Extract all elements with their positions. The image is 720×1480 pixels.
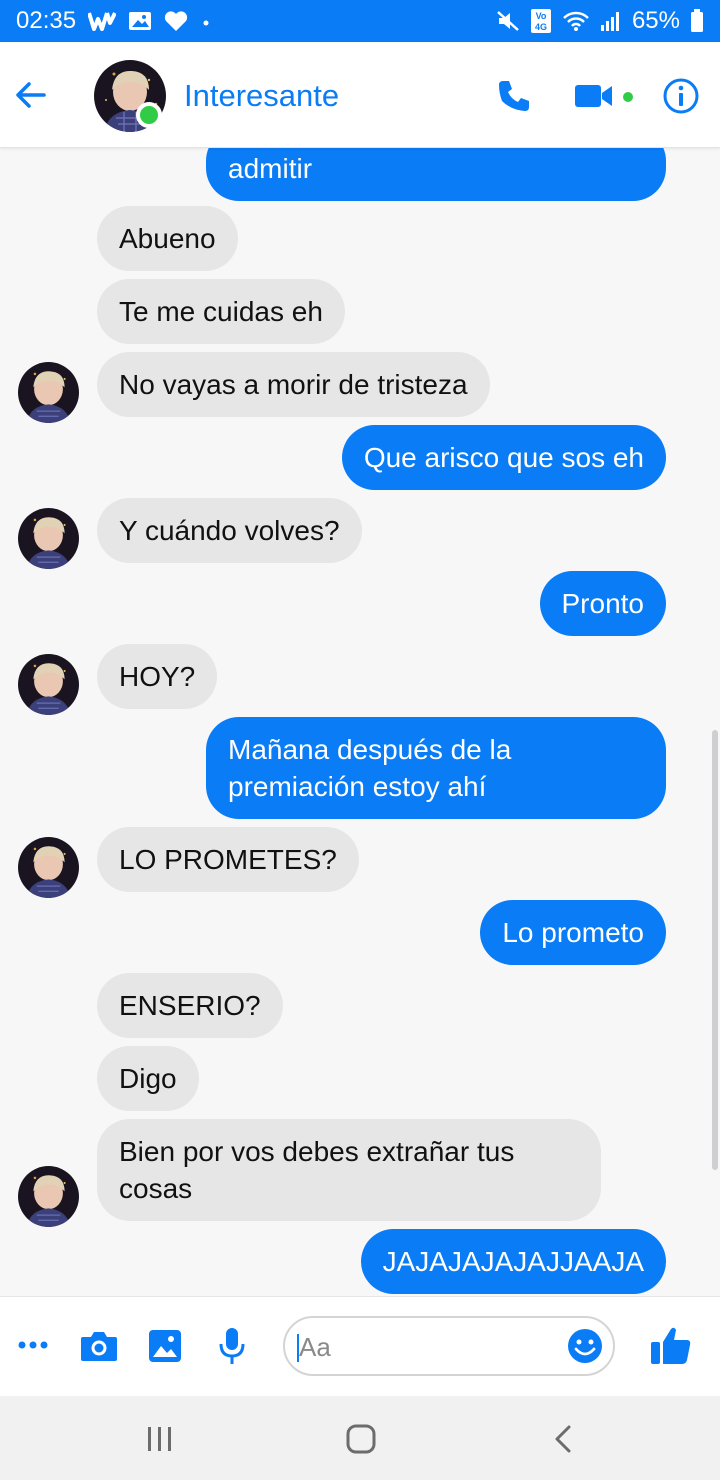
message-input[interactable]: Aa [283,1316,615,1376]
scrollbar[interactable] [712,730,718,1170]
message-bubble-in[interactable]: Abueno [97,206,238,271]
phone-icon[interactable] [496,78,532,114]
message-bubble-in[interactable]: Digo [97,1046,199,1111]
camera-icon[interactable] [80,1330,118,1367]
status-time: 02:35 [16,7,77,34]
message-thread[interactable]: admitir Abueno Te me cuidas eh No vayas … [0,148,720,1296]
battery-percent: 65% [631,7,680,34]
contact-avatar-small[interactable] [18,1166,79,1227]
conversation-header: Interesante [0,42,720,148]
system-navigation-bar [0,1396,720,1480]
volte-icon: Vo 4G [530,8,552,34]
back-icon[interactable] [552,1424,574,1459]
svg-text:4G: 4G [535,22,547,32]
message-bubble-in[interactable]: Y cuándo volves? [97,498,362,563]
wattpad-icon [88,11,117,31]
image-icon [128,10,152,32]
recents-icon[interactable] [146,1426,174,1457]
dot-icon [200,15,212,27]
contact-name[interactable]: Interesante [184,78,339,114]
video-camera-icon[interactable] [574,80,614,112]
battery-icon [690,9,704,33]
mute-icon [496,9,520,33]
online-status-dot [136,102,162,128]
info-icon[interactable] [662,77,700,115]
home-icon[interactable] [346,1424,376,1459]
emoji-icon[interactable] [567,1328,603,1364]
message-bubble-in[interactable]: Te me cuidas eh [97,279,345,344]
back-arrow-icon[interactable] [14,78,48,112]
contact-avatar-small[interactable] [18,654,79,715]
message-bubble-in[interactable]: No vayas a morir de tristeza [97,352,490,417]
video-online-dot [623,92,633,102]
message-bubble-out[interactable]: Lo prometo [480,900,666,965]
svg-text:Vo: Vo [536,11,547,21]
heart-icon [164,10,188,32]
message-bubble-in[interactable]: ENSERIO? [97,973,283,1038]
wifi-icon [562,10,590,32]
message-bubble-out[interactable]: Que arisco que sos eh [341,425,666,490]
signal-icon [600,10,622,32]
microphone-icon[interactable] [218,1327,246,1370]
more-icon[interactable] [18,1337,48,1355]
message-bubble-in[interactable]: Bien por vos debes extrañar tus cosas [97,1119,601,1221]
message-bubble-out[interactable]: admitir [206,148,666,201]
contact-avatar-small[interactable] [18,362,79,423]
status-bar: 02:35 Vo 4G 65% [0,0,720,42]
message-bubble-out[interactable]: Pronto [539,571,666,636]
message-input-placeholder: Aa [299,1332,331,1362]
thumbs-up-icon[interactable] [650,1326,692,1371]
message-bubble-in[interactable]: HOY? [97,644,218,709]
contact-avatar-small[interactable] [18,508,79,569]
message-bubble-in[interactable]: LO PROMETES? [97,827,359,892]
message-composer: Aa [0,1296,720,1396]
message-bubble-out[interactable]: Mañana después de la premiación estoy ah… [206,717,666,819]
contact-avatar-small[interactable] [18,837,79,898]
gallery-icon[interactable] [148,1329,182,1368]
message-bubble-out[interactable]: JAJAJAJAJAJJAAJA [360,1229,666,1294]
